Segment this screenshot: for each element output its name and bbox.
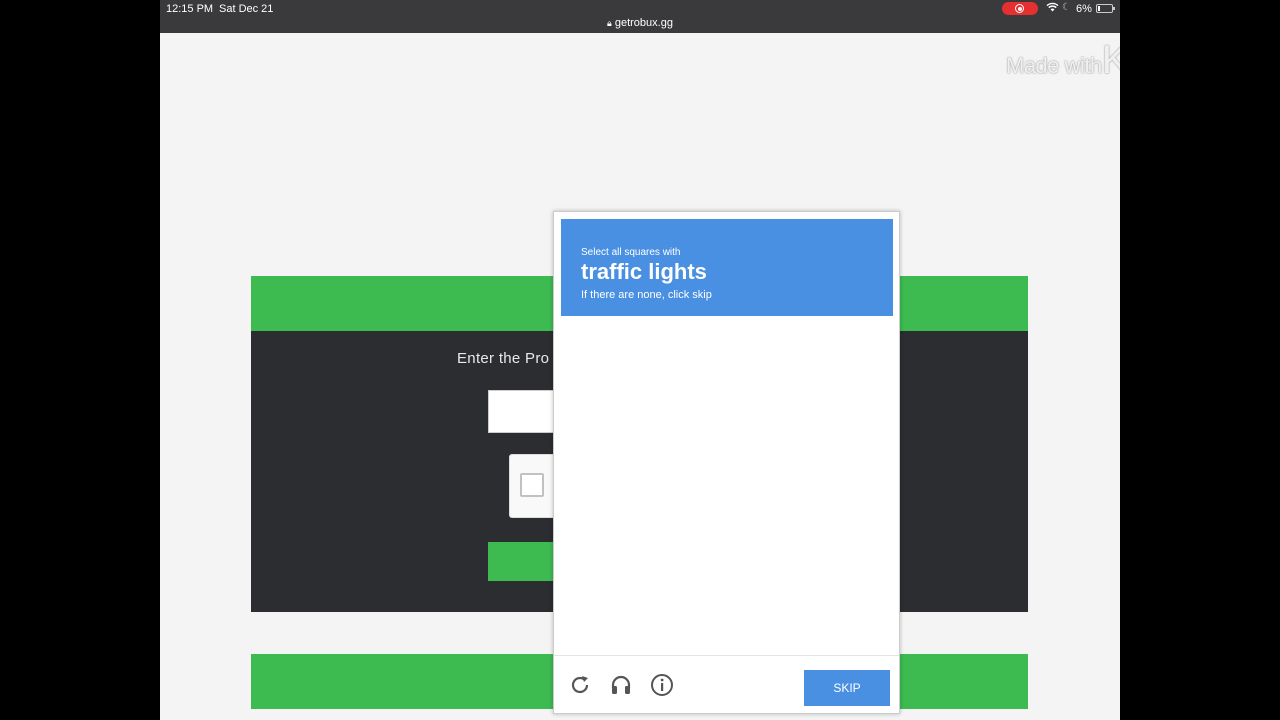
captcha-tile[interactable] <box>811 322 893 404</box>
captcha-hint: If there are none, click skip <box>581 289 712 301</box>
captcha-tile[interactable] <box>561 405 643 488</box>
status-time: 12:15 PM <box>166 3 214 15</box>
captcha-tile-grid <box>561 322 893 655</box>
captcha-tile[interactable] <box>728 573 810 655</box>
captcha-tile[interactable] <box>644 405 726 488</box>
info-icon[interactable] <box>650 673 676 699</box>
browser-screen: 12:15 PM Sat Dec 21 🔒︎ getrobux.gg ☾ 6% E… <box>160 0 1120 720</box>
status-bar: 12:15 PM Sat Dec 21 🔒︎ getrobux.gg ☾ 6% <box>160 0 1120 33</box>
captcha-tile[interactable] <box>728 405 810 488</box>
captcha-tile[interactable] <box>728 322 810 404</box>
captcha-tile[interactable] <box>811 573 893 655</box>
battery-percent: 6% <box>1076 3 1092 15</box>
watermark-made-with: Made with <box>1006 53 1102 78</box>
captcha-tile[interactable] <box>811 489 893 572</box>
lock-icon: 🔒︎ <box>607 18 612 28</box>
reload-icon[interactable] <box>568 673 594 699</box>
battery-icon <box>1096 4 1115 13</box>
status-date: Sat Dec 21 <box>219 3 274 15</box>
captcha-header: Select all squares with traffic lights I… <box>561 219 893 316</box>
skip-button[interactable]: SKIP <box>804 670 890 706</box>
captcha-tile[interactable] <box>728 489 810 572</box>
url-text: getrobux.gg <box>614 17 673 29</box>
captcha-tile[interactable] <box>561 322 643 404</box>
captcha-tile[interactable] <box>644 573 726 655</box>
captcha-checkbox[interactable] <box>520 473 544 497</box>
wifi-icon <box>1046 2 1059 15</box>
captcha-target: traffic lights <box>581 259 707 284</box>
watermark-brand: KINEMASTER <box>1101 38 1120 82</box>
promo-code-label: Enter the Pro <box>457 350 550 367</box>
captcha-tile[interactable] <box>644 489 726 572</box>
audio-icon[interactable] <box>609 673 635 699</box>
address-bar[interactable]: 🔒︎ getrobux.gg <box>160 17 1120 29</box>
captcha-tile[interactable] <box>561 489 643 572</box>
captcha-footer: SKIP <box>554 655 899 714</box>
captcha-challenge: Select all squares with traffic lights I… <box>553 211 900 714</box>
captcha-instruction: Select all squares with <box>581 247 681 258</box>
moon-icon: ☾ <box>1062 2 1071 13</box>
captcha-tile[interactable] <box>644 322 726 404</box>
captcha-tile[interactable] <box>561 573 643 655</box>
captcha-tile[interactable] <box>811 405 893 488</box>
screen-recording-icon[interactable] <box>1002 2 1038 15</box>
kinemaster-watermark: Made withKINEMASTER <box>1006 38 1120 83</box>
